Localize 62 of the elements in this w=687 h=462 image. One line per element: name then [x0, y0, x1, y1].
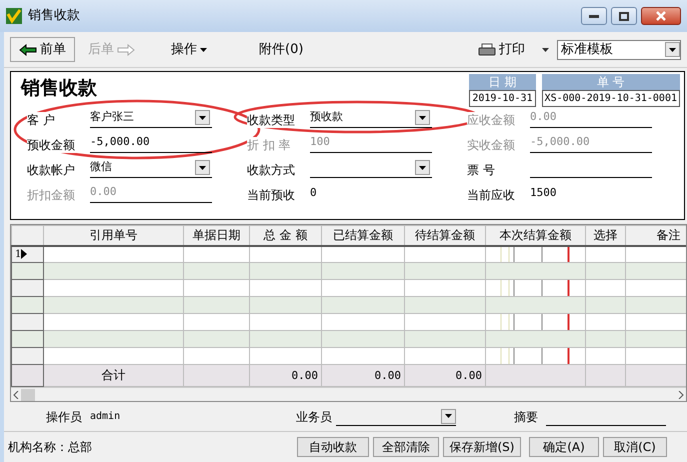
- row-header[interactable]: [12, 280, 44, 296]
- toolbar-button[interactable]: 前单: [10, 36, 75, 62]
- row-header[interactable]: [12, 262, 44, 280]
- dropdown-field[interactable]: 客户张三: [90, 108, 212, 128]
- action-button[interactable]: 全部清除: [373, 437, 439, 457]
- column-header[interactable]: 已结算金额: [322, 226, 404, 246]
- action-button[interactable]: 自动收款: [297, 437, 369, 457]
- horizontal-scrollbar[interactable]: [11, 387, 686, 401]
- action-button[interactable]: 确定(A): [529, 437, 599, 457]
- number-header: 单 号: [542, 74, 680, 90]
- number-field[interactable]: XS-000-2019-10-31-0001: [542, 90, 680, 107]
- close-icon: [656, 11, 666, 21]
- action-button[interactable]: 取消(C): [603, 437, 667, 457]
- field-value: 0: [310, 184, 318, 201]
- app-logo-icon: [6, 8, 22, 24]
- status-text: 机构名称：总部: [8, 439, 92, 456]
- toolbar-button[interactable]: 打印: [469, 36, 534, 62]
- date-header: 日 期: [469, 74, 536, 90]
- caret-icon[interactable]: [542, 48, 549, 52]
- column-header[interactable]: 引用单号: [44, 226, 184, 246]
- date-field[interactable]: 2019-10-31: [469, 90, 536, 107]
- total-cell: 0.00: [322, 364, 404, 386]
- caret-icon: [200, 48, 207, 52]
- right-arrow-icon: [117, 44, 135, 56]
- form-title: 销售收款: [21, 76, 97, 100]
- row-header[interactable]: [12, 296, 44, 314]
- column-header[interactable]: 待结算金额: [404, 226, 486, 246]
- column-header[interactable]: 本次结算金额: [486, 226, 586, 246]
- toolbar-button[interactable]: 附件(0): [250, 36, 312, 62]
- field-label: 操作员: [46, 408, 82, 426]
- field-value: 1500: [530, 184, 558, 201]
- column-header[interactable]: 选择: [586, 226, 626, 246]
- total-cell: 0.00: [250, 364, 322, 386]
- minimize-icon: [589, 14, 599, 18]
- maximize-button[interactable]: [611, 7, 637, 25]
- dropdown-field[interactable]: [336, 408, 456, 426]
- left-arrow-icon: [19, 44, 37, 56]
- row-header[interactable]: [12, 314, 44, 330]
- printer-icon: [478, 42, 496, 56]
- maximize-icon: [619, 12, 629, 20]
- column-header[interactable]: 备注: [626, 226, 686, 246]
- column-header[interactable]: 单据日期: [184, 226, 250, 246]
- column-header[interactable]: 总 金 额: [250, 226, 322, 246]
- template-select[interactable]: 标准模板: [557, 40, 681, 60]
- dropdown-field[interactable]: 微信: [90, 158, 212, 178]
- scrollbar-thumb[interactable]: [21, 388, 35, 400]
- row-header[interactable]: [12, 330, 44, 348]
- close-button[interactable]: [641, 7, 681, 25]
- field-label: 业务员: [296, 408, 332, 426]
- dropdown-field[interactable]: [310, 158, 432, 178]
- dropdown-field[interactable]: 预收款: [310, 108, 432, 128]
- minimize-button[interactable]: [581, 7, 607, 25]
- window-title: 销售收款: [28, 7, 80, 26]
- current-row-icon: [21, 249, 28, 260]
- input-field[interactable]: -5,000.00: [90, 133, 212, 153]
- field-label: 摘要: [514, 408, 538, 426]
- total-label: 合计: [44, 364, 184, 386]
- total-cell: 0.00: [404, 364, 486, 386]
- action-button[interactable]: 保存新增(S): [443, 437, 521, 457]
- field-value: admin: [90, 410, 120, 424]
- toolbar-button[interactable]: 操作: [162, 36, 216, 62]
- row-header[interactable]: [12, 348, 44, 364]
